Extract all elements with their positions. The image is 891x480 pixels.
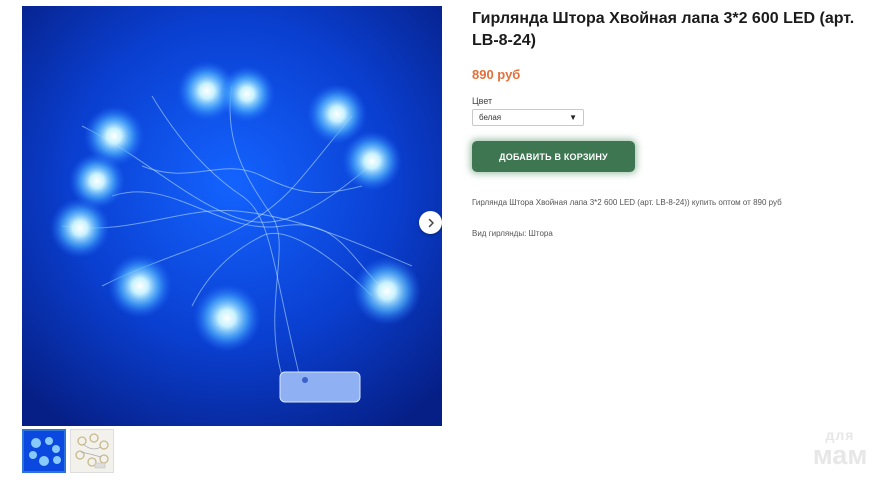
thumbnail-1[interactable] xyxy=(22,429,66,473)
color-label: Цвет xyxy=(472,96,493,106)
color-select-value: белая xyxy=(479,113,502,122)
thumbnail-white-garland xyxy=(71,430,113,472)
garland-type: Вид гирлянды: Штора xyxy=(472,229,553,238)
chevron-right-icon xyxy=(428,218,434,227)
product-description: Гирлянда Штора Хвойная лапа 3*2 600 LED … xyxy=(472,198,782,207)
caret-down-icon: ▼ xyxy=(569,113,577,122)
add-to-cart-button[interactable]: ДОБАВИТЬ В КОРЗИНУ xyxy=(472,141,635,172)
gallery-next-button[interactable] xyxy=(419,211,442,234)
product-main-image[interactable] xyxy=(22,6,442,426)
thumbnail-blue-garland xyxy=(24,431,64,471)
thumbnail-2[interactable] xyxy=(70,429,114,473)
product-title: Гирлянда Штора Хвойная лапа 3*2 600 LED … xyxy=(472,10,855,49)
garland-photo xyxy=(22,6,442,426)
watermark-line-2: мам xyxy=(812,440,868,470)
product-price: 890 руб xyxy=(472,67,521,82)
watermark-logo: для мам xyxy=(802,428,878,469)
thumbnail-strip xyxy=(22,429,114,473)
color-select[interactable]: белая ▼ xyxy=(472,109,584,126)
product-info: Гирлянда Штора Хвойная лапа 3*2 600 LED … xyxy=(472,8,882,238)
